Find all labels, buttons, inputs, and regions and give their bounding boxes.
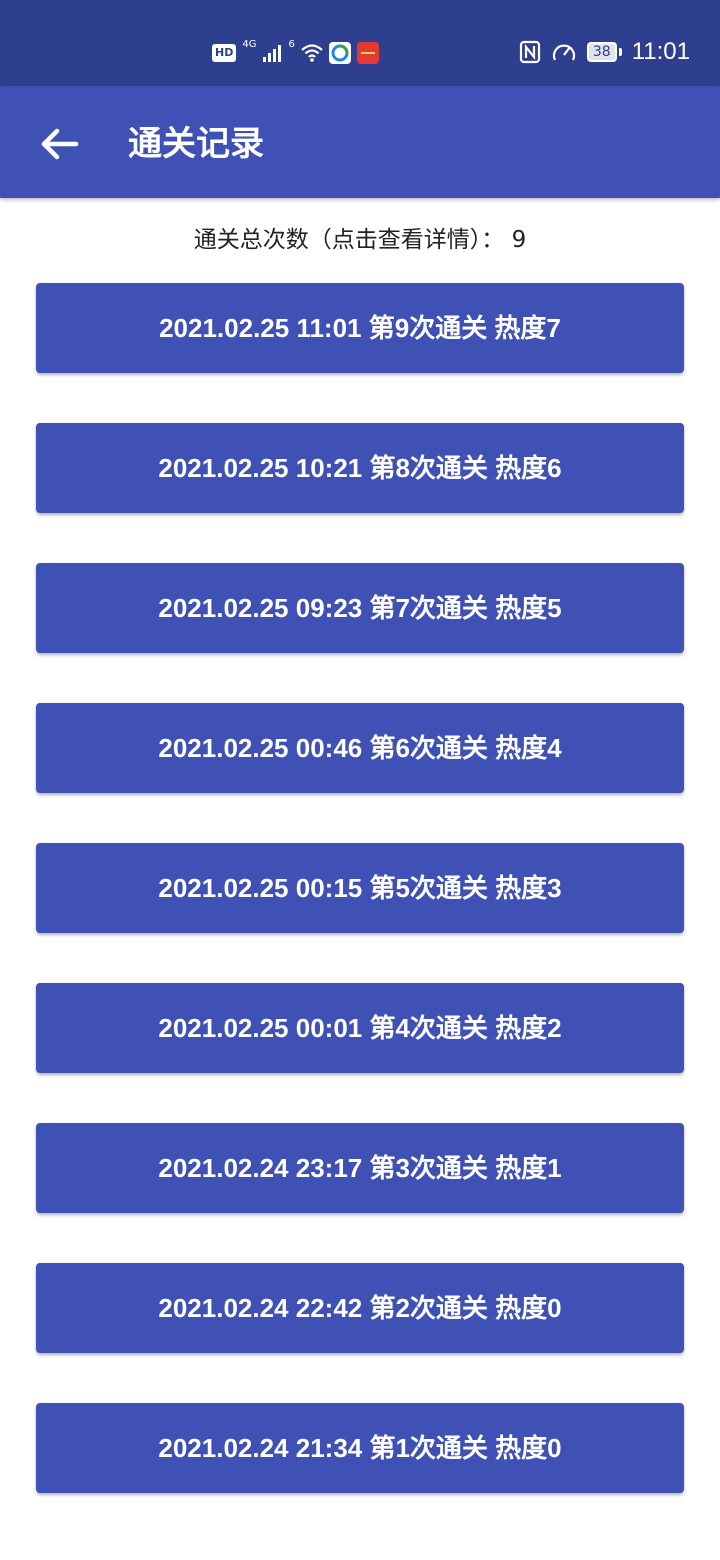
list-item: 2021.02.24 22:42 第2次通关 热度0 bbox=[36, 1263, 684, 1353]
speed-gauge-icon bbox=[552, 44, 575, 61]
list-item: 2021.02.25 10:21 第8次通关 热度6 bbox=[36, 423, 684, 513]
record-button[interactable]: 2021.02.25 10:21 第8次通关 热度6 bbox=[36, 423, 684, 513]
wifi-standard-label: 6 bbox=[288, 39, 295, 50]
network-type-label: 4G bbox=[242, 39, 257, 50]
arrow-left-icon bbox=[41, 128, 79, 160]
app-notification-icon bbox=[328, 42, 351, 64]
record-button[interactable]: 2021.02.24 23:17 第3次通关 热度1 bbox=[36, 1123, 684, 1213]
record-list: 2021.02.25 11:01 第9次通关 热度7 2021.02.25 10… bbox=[36, 283, 684, 1543]
list-item: 2021.02.25 00:15 第5次通关 热度3 bbox=[36, 843, 684, 933]
record-button[interactable]: 2021.02.25 00:46 第6次通关 热度4 bbox=[36, 703, 684, 793]
wifi-icon bbox=[301, 44, 323, 62]
status-indicators: HD 4G 6 bbox=[212, 38, 379, 68]
battery-tip bbox=[618, 48, 622, 56]
battery-indicator: 38 bbox=[586, 42, 622, 62]
status-bar: HD 4G 6 38 11:01 bbox=[0, 0, 720, 86]
hd-badge: HD bbox=[212, 44, 237, 62]
record-button[interactable]: 2021.02.25 00:15 第5次通关 热度3 bbox=[36, 843, 684, 933]
news-app-notification-icon bbox=[356, 42, 379, 64]
nfc-icon bbox=[519, 40, 540, 64]
signal-icon bbox=[263, 45, 282, 62]
list-item: 2021.02.25 00:01 第4次通关 热度2 bbox=[36, 983, 684, 1073]
summary-text[interactable]: 通关总次数（点击查看详情）： 9 bbox=[0, 220, 720, 260]
record-button[interactable]: 2021.02.24 22:42 第2次通关 热度0 bbox=[36, 1263, 684, 1353]
back-button[interactable] bbox=[32, 116, 88, 172]
page-title: 通关记录 bbox=[128, 124, 264, 164]
list-item: 2021.02.25 11:01 第9次通关 热度7 bbox=[36, 283, 684, 373]
list-item: 2021.02.24 23:17 第3次通关 热度1 bbox=[36, 1123, 684, 1213]
app-bar: 通关记录 bbox=[0, 86, 720, 198]
list-item: 2021.02.25 09:23 第7次通关 热度5 bbox=[36, 563, 684, 653]
battery-level: 38 bbox=[586, 42, 617, 62]
list-item: 2021.02.24 21:34 第1次通关 热度0 bbox=[36, 1403, 684, 1493]
record-button[interactable]: 2021.02.25 11:01 第9次通关 热度7 bbox=[36, 283, 684, 373]
record-button[interactable]: 2021.02.25 00:01 第4次通关 热度2 bbox=[36, 983, 684, 1073]
record-button[interactable]: 2021.02.25 09:23 第7次通关 热度5 bbox=[36, 563, 684, 653]
record-button[interactable]: 2021.02.24 21:34 第1次通关 热度0 bbox=[36, 1403, 684, 1493]
clock: 11:01 bbox=[631, 38, 690, 65]
status-right-group: 38 11:01 bbox=[519, 36, 690, 68]
list-item: 2021.02.25 00:46 第6次通关 热度4 bbox=[36, 703, 684, 793]
